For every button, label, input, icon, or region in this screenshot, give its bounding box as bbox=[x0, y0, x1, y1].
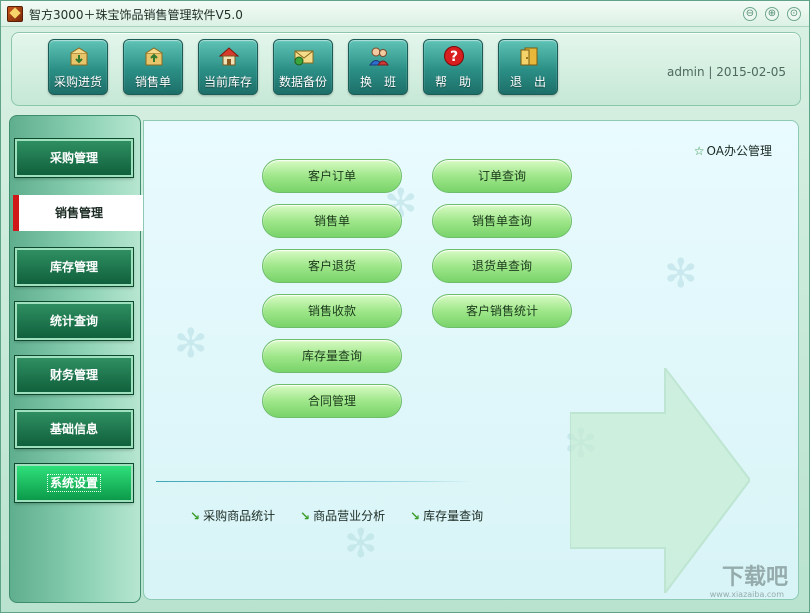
app-logo-icon bbox=[7, 6, 23, 22]
nav-item-label: 库存管理 bbox=[49, 260, 98, 274]
help-label: 帮 助 bbox=[434, 75, 471, 89]
envelope-backup-icon bbox=[294, 50, 314, 66]
customer-order-button[interactable]: 客户订单 bbox=[262, 159, 402, 193]
data-backup-label: 数据备份 bbox=[278, 75, 327, 89]
svg-text:?: ? bbox=[450, 49, 458, 65]
nav-item-system-settings[interactable]: 系统设置 bbox=[14, 463, 134, 503]
snowflake-decoration: ✻ bbox=[664, 251, 698, 297]
oa-office-label: OA办公管理 bbox=[706, 144, 772, 158]
exit-button[interactable]: 退 出 bbox=[498, 39, 558, 95]
sales-receipt-button[interactable]: 销售收款 bbox=[262, 294, 402, 328]
help-icon: ? bbox=[444, 46, 464, 66]
arrow-down-right-icon: ↘ bbox=[410, 509, 421, 523]
nav-item-finance[interactable]: 财务管理 bbox=[14, 355, 134, 395]
nav-item-purchase[interactable]: 采购管理 bbox=[14, 138, 134, 178]
nav-item-sales[interactable]: 销售管理 bbox=[13, 195, 153, 231]
nav-item-statistics[interactable]: 统计查询 bbox=[14, 301, 134, 341]
arrow-down-right-icon: ↘ bbox=[300, 509, 311, 523]
quick-link-label: 库存量查询 bbox=[423, 509, 484, 523]
order-query-button[interactable]: 订单查询 bbox=[432, 159, 572, 193]
nav-item-label: 财务管理 bbox=[49, 368, 98, 382]
close-button[interactable]: ⊙ bbox=[787, 7, 801, 21]
app-window: 智方3000＋珠宝饰品销售管理软件V5.0 ⊖ ⊕ ⊙ 采购进货 销售单 当前库… bbox=[0, 0, 810, 613]
nav-item-basic-info[interactable]: 基础信息 bbox=[14, 409, 134, 449]
stock-query-button[interactable]: 库存量查询 bbox=[262, 339, 402, 373]
sales-order-label: 销售单 bbox=[134, 75, 171, 89]
nav-item-label: 系统设置 bbox=[46, 474, 101, 492]
star-icon: ☆ bbox=[693, 144, 705, 158]
nav-item-label: 统计查询 bbox=[49, 314, 98, 328]
nav-item-inventory[interactable]: 库存管理 bbox=[14, 247, 134, 287]
snowflake-decoration: ✻ bbox=[344, 521, 378, 567]
quick-link-business-analysis[interactable]: ↘ 商品营业分析 bbox=[300, 507, 385, 524]
box-out-icon bbox=[145, 47, 163, 66]
box-in-icon bbox=[70, 47, 88, 66]
customer-sales-stats-button[interactable]: 客户销售统计 bbox=[432, 294, 572, 328]
main-toolbar: 采购进货 销售单 当前库存 数据备份 换 班 ? 帮 助 退 出 admin |… bbox=[11, 32, 801, 106]
quick-link-purchase-stats[interactable]: ↘ 采购商品统计 bbox=[190, 507, 275, 524]
left-nav: 采购管理 销售管理 库存管理 统计查询 财务管理 基础信息 系统设置 bbox=[9, 115, 153, 605]
quick-link-label: 商品营业分析 bbox=[313, 509, 386, 523]
snowflake-decoration: ✻ bbox=[174, 321, 208, 367]
quick-link-label: 采购商品统计 bbox=[203, 509, 276, 523]
help-button[interactable]: ? 帮 助 bbox=[423, 39, 483, 95]
current-stock-label: 当前库存 bbox=[203, 75, 252, 89]
arrow-down-right-icon: ↘ bbox=[190, 509, 201, 523]
user-date-info: admin | 2015-02-05 bbox=[666, 65, 786, 79]
current-stock-button[interactable]: 当前库存 bbox=[198, 39, 258, 95]
title-bar: 智方3000＋珠宝饰品销售管理软件V5.0 ⊖ ⊕ ⊙ bbox=[1, 1, 809, 27]
watermark-url: www.xiazaiba.com bbox=[709, 590, 784, 599]
sales-slip-query-button[interactable]: 销售单查询 bbox=[432, 204, 572, 238]
purchase-button[interactable]: 采购进货 bbox=[48, 39, 108, 95]
house-icon bbox=[218, 47, 240, 66]
nav-item-label: 基础信息 bbox=[49, 422, 98, 436]
customer-return-button[interactable]: 客户退货 bbox=[262, 249, 402, 283]
return-slip-query-button[interactable]: 退货单查询 bbox=[432, 249, 572, 283]
data-backup-button[interactable]: 数据备份 bbox=[273, 39, 333, 95]
maximize-button[interactable]: ⊕ bbox=[765, 7, 779, 21]
exit-door-icon bbox=[520, 47, 538, 66]
exit-label: 退 出 bbox=[509, 75, 546, 89]
oa-office-link[interactable]: ☆ OA办公管理 bbox=[694, 142, 772, 159]
purchase-label: 采购进货 bbox=[53, 75, 102, 89]
main-panel: ✻ ✻ ✻ ✻ ✻ ☆OA办公管理 客户订单 销售单 客户退货 销售收款 库存量… bbox=[143, 120, 799, 600]
window-title: 智方3000＋珠宝饰品销售管理软件V5.0 bbox=[29, 8, 243, 22]
watermark-logo: 下载吧 bbox=[721, 565, 788, 590]
sales-slip-button[interactable]: 销售单 bbox=[262, 204, 402, 238]
sales-order-button[interactable]: 销售单 bbox=[123, 39, 183, 95]
shift-change-button[interactable]: 换 班 bbox=[348, 39, 408, 95]
shift-change-label: 换 班 bbox=[359, 75, 396, 89]
section-divider bbox=[156, 481, 474, 482]
nav-item-label: 销售管理 bbox=[55, 206, 104, 220]
users-icon bbox=[369, 47, 389, 66]
contract-management-button[interactable]: 合同管理 bbox=[262, 384, 402, 418]
minimize-button[interactable]: ⊖ bbox=[743, 7, 757, 21]
nav-item-label: 采购管理 bbox=[49, 151, 98, 165]
quick-link-stock-query[interactable]: ↘ 库存量查询 bbox=[410, 507, 483, 524]
